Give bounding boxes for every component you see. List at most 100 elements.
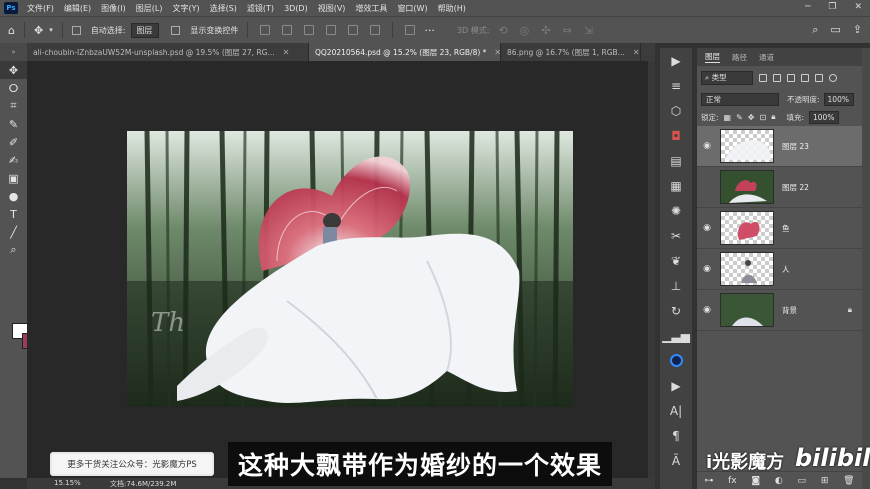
history-brush-icon[interactable]: ✍ xyxy=(0,151,27,169)
lasso-tool-icon[interactable]: ⵔ xyxy=(0,79,27,97)
share-icon[interactable]: ⇪ xyxy=(853,23,862,37)
layer-row[interactable]: ◉ 背景 🔒︎ xyxy=(697,290,862,331)
eye-icon[interactable]: ◉ xyxy=(697,141,717,151)
auto-select-checkbox[interactable] xyxy=(71,25,81,35)
type-filter-icon[interactable] xyxy=(787,74,795,82)
restore-icon[interactable]: ❐ xyxy=(828,2,836,12)
menu-window[interactable]: 窗口(W) xyxy=(392,3,432,14)
canvas-scrollbar[interactable] xyxy=(648,61,655,478)
toolbar-collapse[interactable]: » xyxy=(0,43,27,61)
align-right-icon[interactable] xyxy=(370,25,381,35)
gradients-panel-icon[interactable]: ▤ xyxy=(660,148,692,173)
brush-tool-icon[interactable]: ✐ xyxy=(0,133,27,151)
pixel-filter-icon[interactable] xyxy=(759,74,767,82)
layer-row[interactable]: ◉ 图层 23 xyxy=(697,126,862,167)
lock-transparency-icon[interactable]: ▦ xyxy=(724,113,732,122)
zoom-level[interactable]: 15.15% xyxy=(54,479,81,487)
glyphs-panel-icon[interactable]: Ã xyxy=(660,448,692,473)
panel-scrollbar[interactable] xyxy=(862,48,870,489)
tab-doc-1[interactable]: ali-choubin-IZnbzaUW52M-unsplash.psd @ 1… xyxy=(27,43,309,61)
brush-settings-icon[interactable]: ✺ xyxy=(660,198,692,223)
tool-presets-icon[interactable]: ✂ xyxy=(660,223,692,248)
auto-select-dropdown[interactable]: 图层 xyxy=(131,22,160,38)
3d-panel-icon[interactable]: ⬡ xyxy=(660,98,692,123)
menu-edit[interactable]: 编辑(E) xyxy=(59,3,96,14)
menu-view[interactable]: 视图(V) xyxy=(313,3,351,14)
lock-all-icon[interactable]: 🔒︎ xyxy=(771,112,775,122)
close-icon[interactable]: ✕ xyxy=(633,48,640,57)
workspace-icon[interactable]: ▭ xyxy=(830,23,840,37)
new-layer-icon[interactable]: ⊞ xyxy=(821,476,829,486)
align-hcenter-icon[interactable] xyxy=(348,25,359,35)
clone-source-icon[interactable]: ⊥ xyxy=(660,273,692,298)
eye-icon[interactable]: ◉ xyxy=(697,305,717,315)
paragraph-panel-icon[interactable]: ¶ xyxy=(660,423,692,448)
trash-icon[interactable]: 🗑︎ xyxy=(843,476,854,486)
fill-input[interactable]: 100% xyxy=(809,110,839,124)
smart-object-filter-icon[interactable] xyxy=(815,74,823,82)
libraries-panel-icon[interactable]: ◘ xyxy=(660,123,692,148)
adjustment-layer-icon[interactable]: ◐ xyxy=(775,476,783,486)
menu-select[interactable]: 选择(S) xyxy=(205,3,242,14)
gradient-tool-icon[interactable]: ▣ xyxy=(0,169,27,187)
menu-image[interactable]: 图像(I) xyxy=(96,3,131,14)
eye-icon[interactable]: ◉ xyxy=(697,223,717,233)
close-icon[interactable]: ✕ xyxy=(494,48,500,57)
lock-pixels-icon[interactable]: ✎ xyxy=(736,113,743,122)
tab-doc-2[interactable]: QQ20210564.psd @ 15.2% (图层 23, RGB/8) * … xyxy=(309,43,501,61)
brushes-panel-icon[interactable]: ❦ xyxy=(660,248,692,273)
close-icon[interactable]: ✕ xyxy=(283,48,290,57)
menu-layer[interactable]: 图层(L) xyxy=(131,3,168,14)
adjustment-filter-icon[interactable] xyxy=(773,74,781,82)
menu-filter[interactable]: 滤镜(T) xyxy=(242,3,279,14)
line-tool-icon[interactable]: ╱ xyxy=(0,223,27,241)
search-icon[interactable]: ⌕ xyxy=(812,23,818,37)
adjustments-panel-icon[interactable]: ≡ xyxy=(660,73,692,98)
filter-toggle-icon[interactable] xyxy=(829,74,837,82)
layer-name[interactable]: 人 xyxy=(782,264,790,275)
menu-plugins[interactable]: 增效工具 xyxy=(350,3,392,14)
align-bottom-icon[interactable] xyxy=(304,25,315,35)
home-icon[interactable]: ⌂ xyxy=(8,24,15,37)
swatches-panel-icon[interactable]: ▦ xyxy=(660,173,692,198)
move-tool-icon[interactable]: ✥ xyxy=(34,24,43,37)
menu-file[interactable]: 文件(F) xyxy=(22,3,59,14)
lock-position-icon[interactable]: ✥ xyxy=(748,113,755,122)
minimize-icon[interactable]: ─ xyxy=(805,2,810,12)
layer-row[interactable]: ◉ 人 xyxy=(697,249,862,290)
crop-tool-icon[interactable]: ⌗ xyxy=(0,97,27,115)
show-transform-checkbox[interactable] xyxy=(171,25,181,35)
eye-icon[interactable]: ◉ xyxy=(697,264,717,274)
close-icon[interactable]: ✕ xyxy=(854,2,862,12)
dodge-tool-icon[interactable]: ● xyxy=(0,187,27,205)
tab-doc-3[interactable]: 86.png @ 16.7% (图层 1, RGB... ✕ xyxy=(501,43,641,61)
eyedropper-tool-icon[interactable]: ✎ xyxy=(0,115,27,133)
chevron-down-icon[interactable]: ▾ xyxy=(49,26,53,34)
tab-channels[interactable]: 通道 xyxy=(759,52,774,63)
layer-row[interactable]: 图层 22 xyxy=(697,167,862,208)
shape-filter-icon[interactable] xyxy=(801,74,809,82)
move-tool-icon[interactable]: ✥ xyxy=(0,61,27,79)
align-vcenter-icon[interactable] xyxy=(282,25,293,35)
fx-icon[interactable]: fx xyxy=(728,476,737,486)
navigator-panel-icon[interactable] xyxy=(660,348,692,373)
link-layers-icon[interactable]: ⊶ xyxy=(704,476,713,486)
distribute-icon[interactable] xyxy=(405,25,416,35)
tab-layers[interactable]: 图层 xyxy=(705,51,720,63)
zoom-tool-icon[interactable]: ⌕ xyxy=(0,241,27,259)
tab-paths[interactable]: 路径 xyxy=(732,52,747,63)
character-panel-icon[interactable]: A| xyxy=(660,398,692,423)
group-icon[interactable]: ▭ xyxy=(798,476,807,486)
menu-3d[interactable]: 3D(D) xyxy=(279,4,313,13)
layer-name[interactable]: 背景 xyxy=(782,305,797,316)
blend-mode-dropdown[interactable]: 正常 xyxy=(701,92,779,106)
menu-type[interactable]: 文字(Y) xyxy=(167,3,204,14)
layer-filter-dropdown[interactable]: ⌕ 类型 xyxy=(701,71,753,85)
document-canvas[interactable]: Th xyxy=(127,131,573,407)
history-panel-icon[interactable]: ▶ xyxy=(660,48,692,73)
align-top-icon[interactable] xyxy=(260,25,271,35)
menu-help[interactable]: 帮助(H) xyxy=(433,3,471,14)
layer-name[interactable]: 图层 23 xyxy=(782,141,809,152)
play-panel-icon[interactable]: ▶ xyxy=(660,373,692,398)
type-tool-icon[interactable]: T xyxy=(0,205,27,223)
